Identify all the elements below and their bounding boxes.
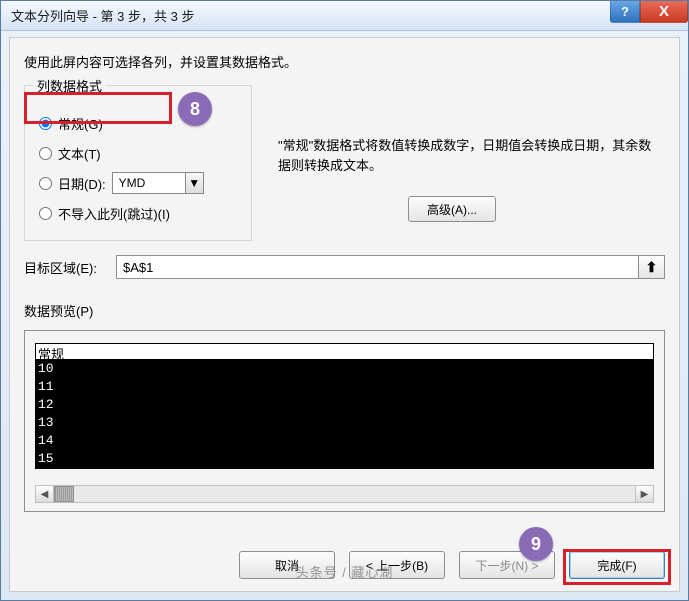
help-icon: ? [621,4,629,19]
finish-button[interactable]: 完成(F) [569,551,665,579]
preview-row: 13 [38,414,651,432]
triangle-left-icon: ◀ [41,489,49,500]
column-format-group: 列数据格式 常规(G) 文本(T) 日期(D): YMD ▼ [24,85,252,241]
preview-row: 12 [38,396,651,414]
advanced-button-wrap: 高级(A)... [408,196,496,222]
scroll-thumb[interactable] [54,486,74,502]
column-format-legend: 列数据格式 [33,76,106,95]
preview-row: 11 [38,378,651,396]
preview-row: 14 [38,432,651,450]
advanced-button[interactable]: 高级(A)... [408,196,496,222]
titlebar[interactable]: 文本分列向导 - 第 3 步，共 3 步 ? X [1,1,688,31]
triangle-right-icon: ▶ [641,489,649,500]
help-button[interactable]: ? [610,1,640,23]
destination-row: 目标区域(E): ⬆ [24,255,665,279]
radio-general-label: 常规(G) [58,114,103,133]
preview-column-header[interactable]: 常规 [36,344,653,360]
radio-date-label: 日期(D): [58,174,106,193]
radio-date[interactable] [39,177,52,190]
preview-grid[interactable]: 常规 10 11 12 13 14 15 [35,343,654,469]
scroll-track[interactable] [54,486,635,502]
client-area: 使用此屏内容可选择各列，并设置其数据格式。 列数据格式 常规(G) 文本(T) … [9,37,680,592]
dialog-button-row: 取消 < 上一步(B) 下一步(N) > 完成(F) [239,551,665,579]
radio-text-label: 文本(T) [58,144,101,163]
collapse-dialog-icon: ⬆ [646,259,658,276]
back-button[interactable]: < 上一步(B) [349,551,445,579]
destination-input[interactable] [116,255,639,279]
radio-general[interactable] [39,117,52,130]
intro-text: 使用此屏内容可选择各列，并设置其数据格式。 [24,52,665,71]
close-icon: X [659,3,669,20]
radio-skip-row[interactable]: 不导入此列(跳过)(I) [37,198,239,228]
annotation-badge-8: 8 [178,92,212,126]
cancel-button[interactable]: 取消 [239,551,335,579]
scroll-left-button[interactable]: ◀ [36,486,54,502]
chevron-down-icon[interactable]: ▼ [185,173,203,193]
format-description: "常规"数据格式将数值转换成数字，日期值会转换成日期，其余数据则转换成文本。 [278,136,658,176]
preview-row: 15 [38,450,651,468]
annotation-badge-9: 9 [519,527,553,561]
horizontal-scrollbar[interactable]: ◀ ▶ [35,485,654,503]
window-title: 文本分列向导 - 第 3 步，共 3 步 [11,6,194,25]
range-picker-button[interactable]: ⬆ [639,255,665,279]
close-button[interactable]: X [640,1,688,23]
preview-box: 常规 10 11 12 13 14 15 ◀ ▶ [24,330,665,512]
date-format-value: YMD [113,176,185,190]
preview-label: 数据预览(P) [24,301,665,320]
radio-skip[interactable] [39,207,52,220]
dialog-window: 文本分列向导 - 第 3 步，共 3 步 ? X 使用此屏内容可选择各列，并设置… [0,0,689,601]
destination-label: 目标区域(E): [24,258,116,277]
preview-body: 10 11 12 13 14 15 [36,360,653,468]
radio-date-row: 日期(D): YMD ▼ [37,168,239,198]
radio-text-row[interactable]: 文本(T) [37,138,239,168]
radio-text[interactable] [39,147,52,160]
radio-skip-label: 不导入此列(跳过)(I) [58,204,170,223]
titlebar-buttons: ? X [610,1,688,23]
date-format-combo[interactable]: YMD ▼ [112,172,204,194]
preview-row: 10 [38,360,651,378]
scroll-right-button[interactable]: ▶ [635,486,653,502]
